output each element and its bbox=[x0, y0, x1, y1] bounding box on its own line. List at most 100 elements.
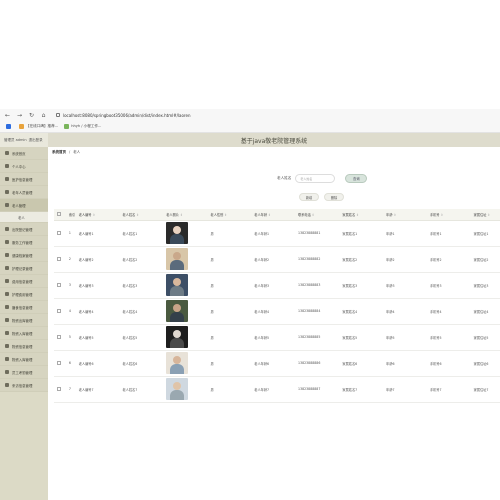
site-info-icon[interactable] bbox=[56, 113, 60, 117]
row-select-cell bbox=[54, 324, 66, 351]
row-checkbox[interactable] bbox=[57, 282, 61, 287]
cell-age: 老人年龄6 bbox=[251, 350, 296, 377]
menu-icon bbox=[5, 344, 9, 348]
bookmark-item[interactable]: hhyh / 小程工作... bbox=[64, 124, 101, 129]
column-header-label: 老人年龄 bbox=[254, 212, 268, 217]
column-header[interactable]: 老人照片⇕ bbox=[163, 209, 208, 221]
sidebar-item[interactable]: 老人管理 bbox=[0, 199, 48, 212]
sidebar-item[interactable]: 出院登记管理 bbox=[0, 223, 48, 236]
table-row[interactable]: 6 老人编号6 老人姓名6 男老人年龄6 13823888886 家属姓名6 年龄6 手机号6… bbox=[54, 350, 500, 377]
sort-icon[interactable]: ⇕ bbox=[92, 213, 95, 217]
sort-icon[interactable]: ⇕ bbox=[136, 213, 139, 217]
add-button[interactable]: 新增 bbox=[299, 193, 319, 201]
sidebar-item[interactable]: 护理费用管理 bbox=[0, 288, 48, 301]
sidebar-item[interactable]: 员工考勤管理 bbox=[0, 366, 48, 379]
column-header[interactable]: 家属姓名⇕ bbox=[339, 209, 384, 221]
sort-icon[interactable]: ⇕ bbox=[180, 213, 183, 217]
breadcrumb: 系统首页 / 老人 bbox=[52, 150, 80, 155]
column-header[interactable]: 老人年龄⇕ bbox=[251, 209, 296, 221]
column-header[interactable]: 手机号⇕ bbox=[426, 209, 471, 221]
table-row[interactable]: 1 老人编号1 老人姓名1 男老人年龄1 13823888881 家属姓名1 年龄1 手机号1… bbox=[54, 220, 500, 247]
menu-icon bbox=[5, 227, 9, 231]
sort-icon[interactable]: ⇕ bbox=[224, 213, 227, 217]
sidebar-item[interactable]: 服务工作管理 bbox=[0, 236, 48, 249]
breadcrumb-home[interactable]: 系统首页 bbox=[52, 150, 66, 155]
sidebar-item[interactable]: 膳食信息管理 bbox=[0, 301, 48, 314]
column-header[interactable]: 家属住址⇕ bbox=[470, 209, 500, 221]
bookmark-label: hhyh / 小程工作... bbox=[71, 124, 102, 128]
row-checkbox[interactable] bbox=[57, 256, 61, 261]
row-checkbox[interactable] bbox=[57, 360, 61, 365]
sort-icon[interactable]: ⇕ bbox=[268, 213, 271, 217]
row-checkbox[interactable] bbox=[57, 308, 61, 313]
logout-link[interactable]: 退出登录 bbox=[29, 138, 43, 143]
column-header[interactable] bbox=[54, 209, 66, 221]
elder-photo[interactable] bbox=[166, 326, 189, 348]
sidebar-item[interactable]: 医护信息管理 bbox=[0, 173, 48, 186]
cell-addr: 家属住址7 bbox=[470, 376, 500, 403]
table-row[interactable]: 4 老人编号4 老人姓名4 男老人年龄4 13823888884 家属姓名4 年龄4 手机号4… bbox=[54, 298, 500, 325]
sidebar-item[interactable]: 个人中心 bbox=[0, 160, 48, 173]
table-row[interactable]: 5 老人编号5 老人姓名5 男老人年龄5 13823888885 家属姓名5 年龄5 手机号5… bbox=[54, 324, 500, 351]
cell-phone: 13823888885 bbox=[295, 324, 340, 351]
sidebar-item[interactable]: 费用信息管理 bbox=[0, 275, 48, 288]
sort-icon[interactable]: ⇕ bbox=[356, 213, 359, 217]
sidebar-item-label: 物资出库管理 bbox=[12, 318, 33, 323]
column-header[interactable]: 老人编号⇕ bbox=[75, 209, 120, 221]
elder-photo[interactable] bbox=[166, 352, 189, 374]
row-select-cell bbox=[54, 298, 66, 325]
column-header[interactable]: 索引 bbox=[65, 209, 76, 221]
cell-addr: 家属住址6 bbox=[470, 350, 500, 377]
sidebar-item[interactable]: 健康档案管理 bbox=[0, 249, 48, 262]
forward-icon[interactable]: → bbox=[15, 111, 24, 120]
search-input[interactable]: 老人姓名 bbox=[295, 174, 336, 183]
menu-icon bbox=[5, 331, 9, 335]
column-header[interactable]: 联系电话⇕ bbox=[295, 209, 340, 221]
bookmark-item[interactable] bbox=[6, 124, 13, 129]
column-header[interactable]: 年龄⇕ bbox=[383, 209, 427, 221]
sort-icon[interactable]: ⇕ bbox=[312, 213, 315, 217]
sort-icon[interactable]: ⇕ bbox=[487, 213, 490, 217]
cell-gender: 男 bbox=[207, 246, 252, 273]
sort-icon[interactable]: ⇕ bbox=[440, 213, 443, 217]
delete-button[interactable]: 删除 bbox=[324, 193, 344, 201]
url-text: localhost:8080/springboot35006/admin/dis… bbox=[63, 112, 191, 118]
bookmark-item[interactable]: 【在线口碑】推荐... bbox=[19, 124, 58, 129]
sort-icon[interactable]: ⇕ bbox=[394, 213, 397, 217]
data-table: 索引 老人编号⇕ 老人姓名⇕ 老人照片⇕ 老人性别⇕ 老人年龄⇕ 联系电话⇕ 家属姓名⇕ 年龄⇕… bbox=[54, 209, 500, 403]
table-row[interactable]: 7 老人编号7 老人姓名7 男老人年龄7 13823888887 家属姓名7 年龄7 手机号7… bbox=[54, 376, 500, 403]
sidebar-item[interactable]: 物资信息管理 bbox=[0, 340, 48, 353]
sidebar-item-label: 医护信息管理 bbox=[12, 177, 33, 182]
select-all-checkbox[interactable] bbox=[57, 211, 61, 216]
sidebar-item[interactable]: 系统首页 bbox=[0, 147, 48, 160]
table-row[interactable]: 3 老人编号3 老人姓名3 男老人年龄3 13823888883 家属姓名3 年龄3 手机号3… bbox=[54, 272, 500, 299]
elder-photo[interactable] bbox=[166, 222, 189, 244]
url-bar[interactable]: localhost:8080/springboot35006/admin/dis… bbox=[56, 113, 190, 118]
row-checkbox[interactable] bbox=[57, 386, 61, 391]
elder-photo[interactable] bbox=[166, 378, 189, 400]
home-icon[interactable]: ⌂ bbox=[39, 111, 48, 120]
sidebar-item[interactable]: 物资入库管理 bbox=[0, 353, 48, 366]
row-checkbox[interactable] bbox=[57, 334, 61, 339]
column-header[interactable]: 老人姓名⇕ bbox=[119, 209, 164, 221]
search-button[interactable]: 查询 bbox=[345, 174, 368, 183]
main-content: 系统首页 / 老人 老人姓名 老人姓名 查询 新增 删除 索引 老人编号⇕ 老人姓名… bbox=[48, 147, 500, 500]
row-checkbox[interactable] bbox=[57, 230, 61, 235]
sidebar-item[interactable]: 老年人员管理 bbox=[0, 186, 48, 199]
reload-icon[interactable]: ↻ bbox=[27, 111, 36, 120]
sidebar-item[interactable]: 来访信息管理 bbox=[0, 379, 48, 392]
sidebar-subitem[interactable]: 老人 bbox=[0, 212, 48, 223]
elder-photo[interactable] bbox=[166, 300, 189, 322]
elder-photo[interactable] bbox=[166, 248, 189, 270]
elder-photo[interactable] bbox=[166, 274, 189, 296]
column-header[interactable]: 老人性别⇕ bbox=[207, 209, 252, 221]
table-row[interactable]: 2 老人编号2 老人姓名2 男老人年龄2 13823888882 家属姓名2 年龄2 手机号2… bbox=[54, 246, 500, 273]
cell-age: 老人年龄2 bbox=[251, 246, 296, 273]
column-header-label: 老人姓名 bbox=[122, 212, 136, 217]
sidebar-item[interactable]: 护理记录管理 bbox=[0, 262, 48, 275]
sidebar-item[interactable]: 物资出库管理 bbox=[0, 314, 48, 327]
sidebar-item[interactable]: 物资入库管理 bbox=[0, 327, 48, 340]
cell-no: 老人编号2 bbox=[75, 246, 120, 273]
back-icon[interactable]: ← bbox=[3, 111, 12, 120]
sidebar-item-label: 出院登记管理 bbox=[12, 227, 33, 232]
